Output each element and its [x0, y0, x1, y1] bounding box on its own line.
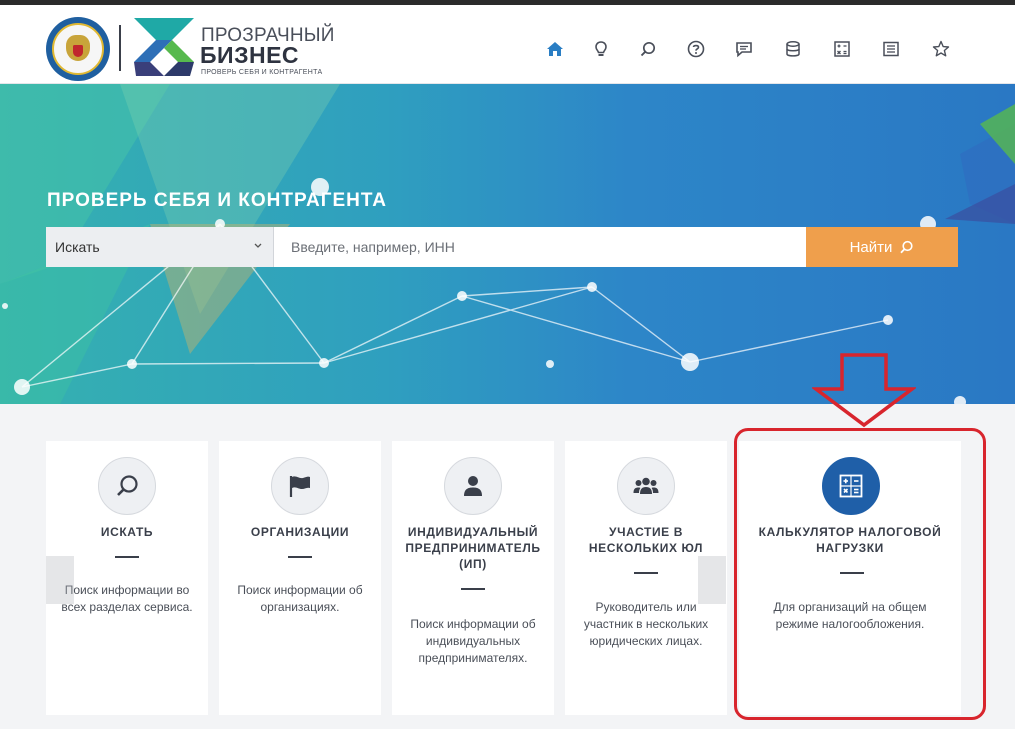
- card-description: Руководитель или участник в нескольких ю…: [583, 600, 709, 648]
- card-divider: [461, 588, 485, 590]
- database-icon[interactable]: [781, 37, 805, 61]
- help-icon[interactable]: [684, 37, 708, 61]
- card-divider: [634, 572, 658, 574]
- card-description: Поиск информации об организациях.: [237, 583, 363, 614]
- red-arrow-annotation: [812, 353, 916, 428]
- carousel-prev-button[interactable]: [46, 556, 74, 604]
- card-title: ИНДИВИДУАЛЬНЫЙ ПРЕДПРИНИМАТЕЛЬ (ИП): [405, 525, 541, 571]
- search-button[interactable]: Найти: [806, 227, 958, 267]
- card-icon-circle: [617, 457, 675, 515]
- search-icon: [900, 240, 914, 253]
- card-title: ИСКАТЬ: [100, 525, 154, 539]
- logo-divider: [119, 25, 121, 71]
- shield-icon: [73, 45, 83, 57]
- list-icon[interactable]: [879, 37, 903, 61]
- card-divider: [115, 556, 139, 558]
- group-icon: [633, 477, 659, 494]
- card-icon-circle: [444, 457, 502, 515]
- logo-tagline: ПРОВЕРЬ СЕБЯ И КОНТРАГЕНТА: [201, 69, 323, 76]
- card-individual-entrepreneur[interactable]: ИНДИВИДУАЛЬНЫЙ ПРЕДПРИНИМАТЕЛЬ (ИП) Поис…: [392, 441, 554, 715]
- chat-icon[interactable]: [732, 37, 756, 61]
- chevron-down-icon: [254, 243, 262, 248]
- red-highlight-frame: [734, 428, 986, 720]
- search-bar: Искать Найти: [46, 227, 958, 267]
- calculator-icon[interactable]: [830, 37, 854, 61]
- lightbulb-icon[interactable]: [589, 37, 613, 61]
- search-button-label: Найти: [849, 238, 893, 256]
- card-description: Поиск информации об индивидуальных предп…: [410, 617, 536, 665]
- hero-title: ПРОВЕРЬ СЕБЯ И КОНТРАГЕНТА: [47, 190, 388, 211]
- card-description: Поиск информации во всех разделах сервис…: [61, 583, 193, 614]
- site-header: ПРОЗРАЧНЫЙ БИЗНЕС ПРОВЕРЬ СЕБЯ И КОНТРАГ…: [0, 5, 1015, 84]
- fns-emblem-logo[interactable]: [46, 17, 110, 81]
- search-icon[interactable]: [636, 37, 660, 61]
- home-icon[interactable]: [543, 37, 567, 61]
- flag-icon: [289, 476, 310, 497]
- card-divider: [288, 556, 312, 558]
- card-icon-circle: [271, 457, 329, 515]
- card-title: УЧАСТИЕ В НЕСКОЛЬКИХ ЮЛ: [588, 525, 704, 555]
- logo-word-business: БИЗНЕС: [200, 42, 300, 68]
- card-title: ОРГАНИЗАЦИИ: [250, 525, 350, 539]
- search-input[interactable]: [274, 227, 806, 267]
- search-icon: [117, 475, 138, 496]
- person-icon: [464, 476, 482, 496]
- star-icon[interactable]: [929, 37, 953, 61]
- card-organizations[interactable]: ОРГАНИЗАЦИИ Поиск информации об организа…: [219, 441, 381, 715]
- search-scope-value: Искать: [55, 239, 100, 255]
- carousel-next-button[interactable]: [698, 556, 726, 604]
- card-icon-circle: [98, 457, 156, 515]
- pb-logo-mark[interactable]: [132, 18, 194, 78]
- search-scope-select[interactable]: Искать: [46, 227, 274, 267]
